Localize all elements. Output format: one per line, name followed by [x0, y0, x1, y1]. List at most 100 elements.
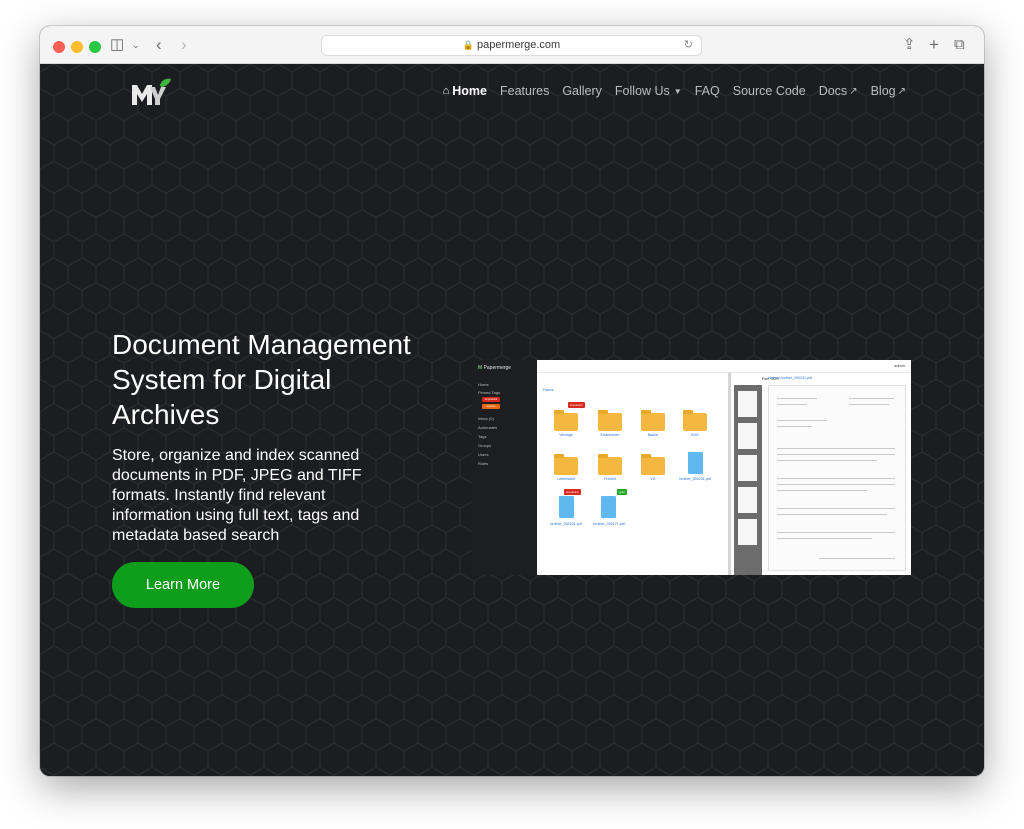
mini-thumbnails	[734, 385, 762, 575]
browser-window: ◫ ⌄ ‹ › 🔒 papermerge.com ↻ ⇪ + ⧉ ⌂ Home Fe…	[40, 26, 984, 776]
chevron-down-icon[interactable]: ⌄	[132, 36, 140, 54]
share-icon[interactable]: ⇪	[903, 36, 916, 54]
mini-nav-item: Pinned Tags	[478, 390, 500, 395]
caret-down-icon: ▼	[673, 86, 682, 96]
close-window-button[interactable]	[53, 41, 65, 53]
folder-icon	[554, 410, 578, 431]
text-line	[777, 538, 872, 539]
mini-nav-item: Roles	[478, 461, 489, 466]
nav-blog[interactable]: Blog ↗	[871, 84, 906, 98]
folder-icon	[641, 454, 665, 475]
text-line	[777, 508, 895, 509]
mini-badge: grün	[617, 489, 628, 495]
mini-doc-label: brother_000231.pdf	[679, 477, 711, 481]
mini-folder-label: BVG	[691, 433, 699, 437]
text-line	[849, 404, 889, 405]
mini-viewer-panel: Run OCR Home / brother_000231.pdf	[734, 373, 911, 575]
browser-toolbar: ◫ ⌄ ‹ › 🔒 papermerge.com ↻ ⇪ + ⧉	[40, 26, 984, 64]
document-icon	[601, 496, 616, 518]
nav-source-code[interactable]: Source Code	[733, 84, 806, 98]
hero-title: Document Management System for Digital A…	[112, 329, 411, 430]
text-line	[777, 426, 812, 427]
page-thumbnail	[738, 455, 757, 481]
folder-icon	[641, 410, 665, 431]
url-text: papermerge.com	[477, 39, 561, 51]
nav-gallery[interactable]: Gallery	[562, 84, 602, 98]
text-line	[777, 514, 887, 515]
text-line	[777, 420, 827, 421]
app-screenshot: M Papermerge Home Pinned Tags important …	[472, 360, 911, 575]
page-thumbnail	[738, 423, 757, 449]
nav-faq[interactable]: FAQ	[695, 84, 720, 98]
mini-nav-item: Tags	[478, 434, 487, 439]
reload-icon[interactable]: ↻	[684, 36, 693, 55]
mini-nav-item: Users	[478, 452, 489, 457]
mini-tag: important	[482, 397, 500, 402]
mini-folder-label: Banke	[647, 433, 659, 437]
text-line	[849, 398, 894, 399]
folder-icon	[554, 454, 578, 475]
document-icon	[688, 452, 703, 474]
address-bar[interactable]: 🔒 papermerge.com ↻	[321, 35, 702, 56]
nav-features[interactable]: Features	[500, 84, 549, 98]
mini-folder-label: VG	[650, 477, 656, 481]
chevron-right-icon[interactable]: ›	[181, 36, 187, 54]
mini-folder-label: Einkommen	[600, 433, 620, 437]
text-line	[777, 404, 807, 405]
mini-folder-label: Freizeit	[604, 477, 616, 481]
page-thumbnail	[738, 391, 757, 417]
hero-description: Store, organize and index scanned docume…	[112, 447, 362, 544]
lock-icon: 🔒	[462, 40, 475, 50]
mini-folder-label: Lebenslauf	[557, 477, 575, 481]
page-thumbnail	[738, 519, 757, 545]
text-line	[777, 454, 895, 455]
home-icon: ⌂	[442, 85, 450, 97]
papermerge-logo[interactable]	[128, 77, 172, 109]
text-line	[777, 448, 895, 449]
mini-folder-panel: Home important Vertrage Einkommen Banke …	[537, 373, 731, 575]
folder-icon	[598, 410, 622, 431]
plus-icon[interactable]: +	[929, 36, 939, 54]
mini-doc-label: brother_000231.pdf	[550, 522, 582, 526]
nav-follow-us[interactable]: Follow Us ▼	[615, 84, 682, 98]
zoom-window-button[interactable]	[89, 41, 101, 53]
text-line	[777, 484, 895, 485]
mini-document-page	[768, 385, 906, 571]
nav-docs-label: Docs	[818, 84, 848, 98]
mini-folder-label: Vertrage	[559, 433, 573, 437]
mini-doc-label: brother_000171.pdf	[593, 522, 625, 526]
tabs-icon[interactable]: ⧉	[954, 36, 965, 54]
text-line	[777, 398, 817, 399]
webpage: ⌂ Home Features Gallery Follow Us ▼ FAQ So…	[40, 64, 984, 776]
nav-follow-us-label: Follow Us	[614, 84, 670, 98]
text-line	[819, 558, 895, 559]
mini-nav-item: Automates	[478, 425, 498, 430]
mini-nav-item: Inbox (0)	[478, 416, 494, 421]
nav-home-label: Home	[452, 84, 487, 98]
external-link-icon: ↗	[849, 85, 858, 97]
sidebar-icon[interactable]: ◫	[110, 36, 124, 54]
folder-icon	[598, 454, 622, 475]
main-nav: ⌂ Home Features Gallery Follow Us ▼ FAQ So…	[443, 81, 906, 101]
text-line	[777, 460, 877, 461]
text-line	[777, 532, 895, 533]
text-line	[777, 490, 867, 491]
learn-more-button[interactable]: Learn More	[112, 562, 254, 608]
mini-breadcrumb: Home / brother_000231.pdf	[768, 376, 812, 380]
mini-admin: admin	[894, 363, 905, 368]
nav-home[interactable]: ⌂ Home	[443, 84, 487, 98]
mini-nav-item: Groups	[478, 443, 492, 448]
mini-badge: important	[568, 402, 585, 408]
nav-blog-label: Blog	[870, 84, 896, 98]
mini-sidebar: M Papermerge Home Pinned Tags important …	[472, 360, 537, 575]
nav-docs[interactable]: Docs ↗	[819, 84, 858, 98]
text-line	[777, 478, 895, 479]
mini-breadcrumb: Home	[543, 387, 554, 392]
mini-brand: M Papermerge	[478, 365, 512, 371]
mini-topbar: admin	[537, 360, 911, 373]
page-thumbnail	[738, 487, 757, 513]
external-link-icon: ↗	[897, 85, 906, 97]
minimize-window-button[interactable]	[71, 41, 83, 53]
document-icon	[559, 496, 574, 518]
chevron-left-icon[interactable]: ‹	[156, 36, 162, 54]
